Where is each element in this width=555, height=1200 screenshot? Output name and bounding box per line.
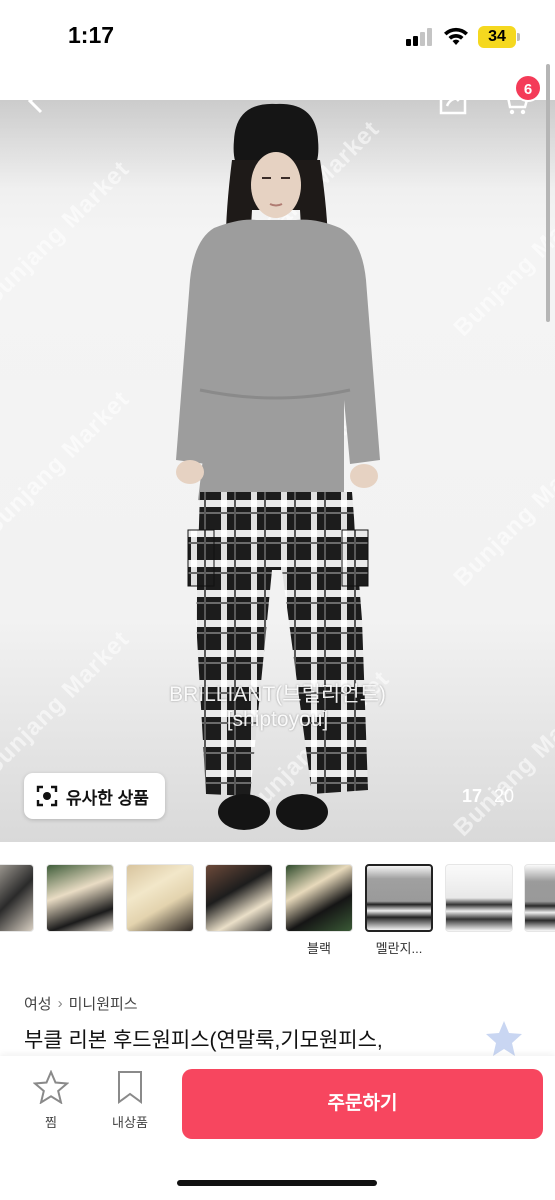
my-products-button[interactable]: 내상품 — [100, 1070, 160, 1131]
like-button[interactable]: 찜 — [21, 1070, 81, 1131]
thumbnail-option[interactable] — [0, 864, 34, 932]
product-title: 부클 리본 후드원피스(연말룩,기모원피스, — [24, 1029, 383, 1052]
breadcrumb-category[interactable]: 여성 — [24, 993, 52, 1014]
thumbnail-caption: 블랙 — [307, 941, 331, 956]
similar-products-label: 유사한 상품 — [66, 788, 149, 808]
thumbnail-caption: 멜란지... — [375, 941, 423, 956]
bottom-action-bar: 찜 내상품 주문하기 — [0, 1056, 555, 1200]
scan-icon — [36, 785, 58, 807]
thumbnail-option[interactable] — [126, 864, 194, 932]
brand-overlay-line2: [shiptoyou] — [226, 708, 329, 731]
color-option-thumbnails: 블랙 멜란지... — [0, 864, 555, 964]
bookmark-icon — [118, 1071, 142, 1104]
thumbnail-option[interactable] — [524, 864, 555, 932]
thumbnail-option[interactable] — [445, 864, 513, 932]
like-label: 찜 — [45, 1115, 57, 1130]
product-image-carousel[interactable]: Bunjang Market Bunjang Market Bunjang Ma… — [0, 100, 555, 842]
thumbnail-option[interactable] — [285, 864, 353, 932]
chevron-right-icon: › — [57, 995, 63, 1012]
back-arrow-icon[interactable] — [26, 88, 46, 114]
thumbnail-option-selected[interactable] — [365, 864, 433, 932]
status-time: 1:17 — [68, 22, 115, 48]
image-counter: 17 20 — [462, 786, 514, 807]
cart-count-badge: 6 — [514, 74, 542, 102]
category-breadcrumb: 여성 › 미니원피스 — [24, 993, 138, 1014]
home-indicator — [177, 1180, 377, 1186]
similar-products-button[interactable]: 유사한 상품 — [24, 773, 165, 819]
wifi-icon — [444, 27, 468, 45]
image-current-index: 17 — [462, 786, 483, 806]
cellular-signal-icon — [406, 28, 434, 46]
image-total-count: 20 — [494, 786, 515, 806]
battery-tip — [517, 33, 520, 41]
thumbnail-option[interactable] — [205, 864, 273, 932]
share-icon[interactable] — [438, 88, 468, 116]
breadcrumb-subcategory[interactable]: 미니원피스 — [69, 993, 138, 1014]
scroll-indicator — [546, 64, 550, 322]
battery-indicator: 34 — [478, 26, 516, 48]
thumbnail-option[interactable] — [46, 864, 114, 932]
product-detail-screen: 1:17 34 Bunjang Market Bunjang Market Bu… — [0, 0, 555, 1200]
order-button[interactable]: 주문하기 — [182, 1069, 543, 1139]
brand-overlay-line1: BRILLIANT(브릴리언트) — [169, 683, 386, 706]
my-products-label: 내상품 — [112, 1115, 148, 1130]
status-bar: 1:17 34 — [0, 0, 555, 72]
star-icon[interactable] — [484, 1018, 524, 1058]
star-outline-icon — [33, 1070, 69, 1104]
